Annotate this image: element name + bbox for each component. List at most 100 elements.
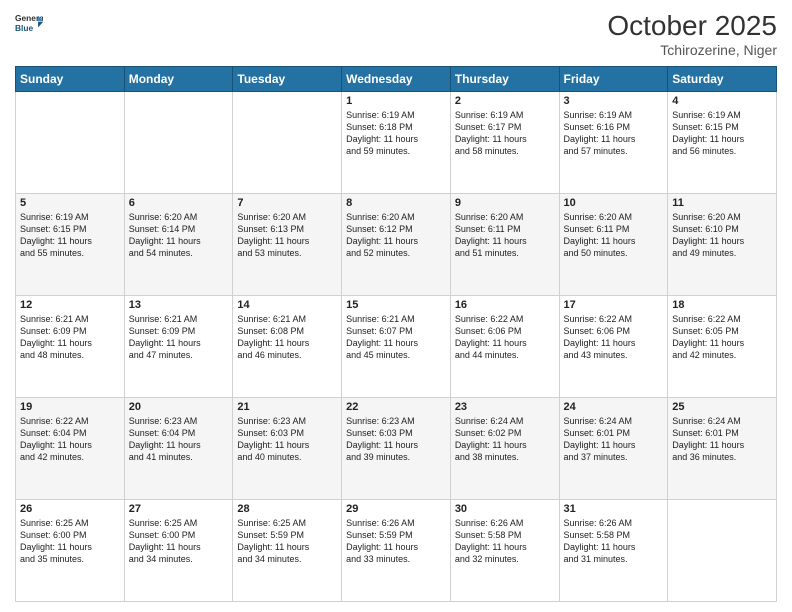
day-number: 8 [346, 197, 446, 209]
day-info: Sunrise: 6:21 AM Sunset: 6:08 PM Dayligh… [237, 313, 337, 362]
calendar-day-header: Monday [124, 67, 233, 92]
calendar-cell [233, 92, 342, 194]
calendar-cell: 6 Sunrise: 6:20 AM Sunset: 6:14 PM Daylig… [124, 194, 233, 296]
calendar-cell [668, 500, 777, 602]
day-info: Sunrise: 6:23 AM Sunset: 6:04 PM Dayligh… [129, 415, 229, 464]
calendar-cell: 17Sunrise: 6:22 AM Sunset: 6:06 PM Dayli… [559, 296, 668, 398]
calendar-cell: 9 Sunrise: 6:20 AM Sunset: 6:11 PM Daylig… [450, 194, 559, 296]
calendar-cell: 30Sunrise: 6:26 AM Sunset: 5:58 PM Dayli… [450, 500, 559, 602]
calendar-day-header: Tuesday [233, 67, 342, 92]
day-number: 9 [455, 197, 555, 209]
calendar-cell: 28Sunrise: 6:25 AM Sunset: 5:59 PM Dayli… [233, 500, 342, 602]
day-number: 23 [455, 401, 555, 413]
day-info: Sunrise: 6:19 AM Sunset: 6:16 PM Dayligh… [564, 109, 664, 158]
day-info: Sunrise: 6:19 AM Sunset: 6:17 PM Dayligh… [455, 109, 555, 158]
calendar-table: SundayMondayTuesdayWednesdayThursdayFrid… [15, 66, 777, 602]
calendar-cell: 2 Sunrise: 6:19 AM Sunset: 6:17 PM Daylig… [450, 92, 559, 194]
calendar-week-row: 1Sunrise: 6:19 AM Sunset: 6:18 PM Daylig… [16, 92, 777, 194]
calendar-cell: 16 Sunrise: 6:22 AM Sunset: 6:06 PM Dayli… [450, 296, 559, 398]
calendar-cell: 3 Sunrise: 6:19 AM Sunset: 6:16 PM Daylig… [559, 92, 668, 194]
logo: General Blue [15, 10, 43, 38]
calendar-cell [16, 92, 125, 194]
day-number: 30 [455, 503, 555, 515]
calendar-cell: 26 Sunrise: 6:25 AM Sunset: 6:00 PM Dayli… [16, 500, 125, 602]
calendar-body: 1Sunrise: 6:19 AM Sunset: 6:18 PM Daylig… [16, 92, 777, 602]
day-number: 5 [20, 197, 120, 209]
day-info: Sunrise: 6:25 AM Sunset: 6:00 PM Dayligh… [129, 517, 229, 566]
page: General Blue October 2025 Tchirozerine, … [0, 0, 792, 612]
day-info: Sunrise: 6:26 AM Sunset: 5:59 PM Dayligh… [346, 517, 446, 566]
day-number: 16 [455, 299, 555, 311]
day-info: Sunrise: 6:25 AM Sunset: 6:00 PM Dayligh… [20, 517, 120, 566]
calendar-cell: 20 Sunrise: 6:23 AM Sunset: 6:04 PM Dayli… [124, 398, 233, 500]
day-info: Sunrise: 6:24 AM Sunset: 6:01 PM Dayligh… [564, 415, 664, 464]
day-info: Sunrise: 6:22 AM Sunset: 6:04 PM Dayligh… [20, 415, 120, 464]
day-number: 14 [237, 299, 337, 311]
calendar-cell: 29Sunrise: 6:26 AM Sunset: 5:59 PM Dayli… [342, 500, 451, 602]
calendar-day-header: Friday [559, 67, 668, 92]
calendar-week-row: 26 Sunrise: 6:25 AM Sunset: 6:00 PM Dayli… [16, 500, 777, 602]
calendar-cell: 14 Sunrise: 6:21 AM Sunset: 6:08 PM Dayli… [233, 296, 342, 398]
day-number: 12 [20, 299, 120, 311]
day-info: Sunrise: 6:24 AM Sunset: 6:02 PM Dayligh… [455, 415, 555, 464]
day-number: 27 [129, 503, 229, 515]
day-info: Sunrise: 6:21 AM Sunset: 6:09 PM Dayligh… [20, 313, 120, 362]
calendar-week-row: 19 Sunrise: 6:22 AM Sunset: 6:04 PM Dayli… [16, 398, 777, 500]
calendar-day-header: Saturday [668, 67, 777, 92]
day-info: Sunrise: 6:23 AM Sunset: 6:03 PM Dayligh… [237, 415, 337, 464]
calendar-title: October 2025 [607, 10, 777, 42]
calendar-cell: 31Sunrise: 6:26 AM Sunset: 5:58 PM Dayli… [559, 500, 668, 602]
day-info: Sunrise: 6:24 AM Sunset: 6:01 PM Dayligh… [672, 415, 772, 464]
title-block: October 2025 Tchirozerine, Niger [607, 10, 777, 58]
day-info: Sunrise: 6:20 AM Sunset: 6:11 PM Dayligh… [564, 211, 664, 260]
calendar-week-row: 12 Sunrise: 6:21 AM Sunset: 6:09 PM Dayli… [16, 296, 777, 398]
calendar-day-header: Wednesday [342, 67, 451, 92]
day-info: Sunrise: 6:20 AM Sunset: 6:13 PM Dayligh… [237, 211, 337, 260]
header: General Blue October 2025 Tchirozerine, … [15, 10, 777, 58]
calendar-cell: 22 Sunrise: 6:23 AM Sunset: 6:03 PM Dayli… [342, 398, 451, 500]
day-info: Sunrise: 6:25 AM Sunset: 5:59 PM Dayligh… [237, 517, 337, 566]
day-number: 2 [455, 95, 555, 107]
day-number: 18 [672, 299, 772, 311]
day-number: 3 [564, 95, 664, 107]
day-number: 26 [20, 503, 120, 515]
calendar-cell: 23 Sunrise: 6:24 AM Sunset: 6:02 PM Dayli… [450, 398, 559, 500]
calendar-day-header: Thursday [450, 67, 559, 92]
day-number: 6 [129, 197, 229, 209]
calendar-cell: 13 Sunrise: 6:21 AM Sunset: 6:09 PM Dayli… [124, 296, 233, 398]
calendar-cell: 25 Sunrise: 6:24 AM Sunset: 6:01 PM Dayli… [668, 398, 777, 500]
calendar-cell: 8 Sunrise: 6:20 AM Sunset: 6:12 PM Daylig… [342, 194, 451, 296]
day-info: Sunrise: 6:21 AM Sunset: 6:09 PM Dayligh… [129, 313, 229, 362]
calendar-cell: 24 Sunrise: 6:24 AM Sunset: 6:01 PM Dayli… [559, 398, 668, 500]
day-number: 20 [129, 401, 229, 413]
svg-text:Blue: Blue [15, 23, 33, 33]
day-info: Sunrise: 6:20 AM Sunset: 6:11 PM Dayligh… [455, 211, 555, 260]
day-number: 1 [346, 95, 446, 107]
day-number: 13 [129, 299, 229, 311]
day-info: Sunrise: 6:19 AM Sunset: 6:15 PM Dayligh… [672, 109, 772, 158]
day-info: Sunrise: 6:23 AM Sunset: 6:03 PM Dayligh… [346, 415, 446, 464]
calendar-cell: 7Sunrise: 6:20 AM Sunset: 6:13 PM Daylig… [233, 194, 342, 296]
day-number: 24 [564, 401, 664, 413]
day-number: 21 [237, 401, 337, 413]
day-number: 11 [672, 197, 772, 209]
calendar-week-row: 5 Sunrise: 6:19 AM Sunset: 6:15 PM Daylig… [16, 194, 777, 296]
calendar-cell: 27 Sunrise: 6:25 AM Sunset: 6:00 PM Dayli… [124, 500, 233, 602]
calendar-cell: 21 Sunrise: 6:23 AM Sunset: 6:03 PM Dayli… [233, 398, 342, 500]
calendar-cell: 11Sunrise: 6:20 AM Sunset: 6:10 PM Dayli… [668, 194, 777, 296]
day-info: Sunrise: 6:22 AM Sunset: 6:06 PM Dayligh… [455, 313, 555, 362]
day-number: 22 [346, 401, 446, 413]
calendar-cell: 5 Sunrise: 6:19 AM Sunset: 6:15 PM Daylig… [16, 194, 125, 296]
calendar-cell: 19 Sunrise: 6:22 AM Sunset: 6:04 PM Dayli… [16, 398, 125, 500]
day-number: 17 [564, 299, 664, 311]
day-number: 10 [564, 197, 664, 209]
day-info: Sunrise: 6:21 AM Sunset: 6:07 PM Dayligh… [346, 313, 446, 362]
day-number: 25 [672, 401, 772, 413]
calendar-cell: 1Sunrise: 6:19 AM Sunset: 6:18 PM Daylig… [342, 92, 451, 194]
day-number: 19 [20, 401, 120, 413]
day-info: Sunrise: 6:20 AM Sunset: 6:12 PM Dayligh… [346, 211, 446, 260]
logo-icon: General Blue [15, 10, 43, 38]
day-info: Sunrise: 6:19 AM Sunset: 6:15 PM Dayligh… [20, 211, 120, 260]
day-number: 15 [346, 299, 446, 311]
day-info: Sunrise: 6:20 AM Sunset: 6:14 PM Dayligh… [129, 211, 229, 260]
